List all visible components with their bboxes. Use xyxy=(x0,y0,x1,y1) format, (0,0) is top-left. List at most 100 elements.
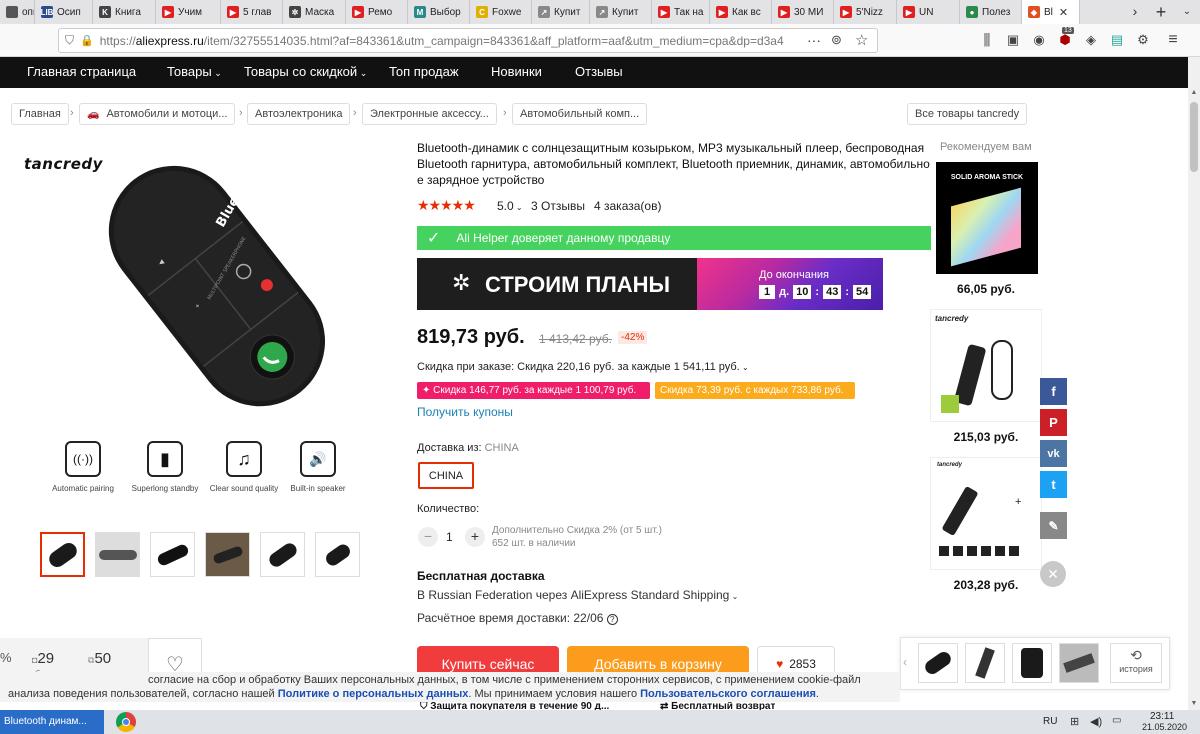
nav-reviews[interactable]: Отзывы xyxy=(575,64,623,79)
recommend-item-image[interactable]: SOLID AROMA STICK xyxy=(936,162,1038,274)
privacy-policy-link[interactable]: Политике о персональных данных xyxy=(278,688,469,700)
browser-tab[interactable]: оппа xyxy=(0,0,35,24)
browser-tab[interactable]: ✲ Маска xyxy=(283,0,346,24)
gallery-thumbnail[interactable] xyxy=(315,532,360,577)
close-share-icon[interactable]: ✕ xyxy=(1040,561,1066,587)
quantity-decrease-button[interactable]: − xyxy=(418,527,438,547)
rating-value[interactable]: 5.0 ⌄ xyxy=(497,199,523,213)
product-main-image[interactable]: ᐩ ◂ Bluetooth MULTIPOINT SPEAKERPHONE xyxy=(80,140,360,430)
browser-tab[interactable]: ● Полез xyxy=(960,0,1022,24)
gallery-thumbnail[interactable] xyxy=(40,532,85,577)
recommend-item-image[interactable]: tancredy + xyxy=(930,457,1042,570)
order-discount[interactable]: Скидка при заказе: Скидка 220,16 руб. за… xyxy=(417,361,749,373)
browser-tab[interactable]: LIB Осип xyxy=(35,0,93,24)
recommend-price[interactable]: 66,05 руб. xyxy=(930,282,1042,296)
history-button[interactable]: ⟲ история xyxy=(1110,643,1162,683)
taskbar-window-button[interactable]: Bluetooth динам... xyxy=(0,710,104,734)
recommend-item-image[interactable]: tancredy xyxy=(930,309,1042,422)
nav-new[interactable]: Новинки xyxy=(491,64,542,79)
bookmark-star-icon[interactable]: ☆ xyxy=(855,31,868,49)
coupon-badge-2[interactable]: Скидка 73,39 руб. с каждых 733,86 руб. xyxy=(655,382,855,399)
scrollbar-thumb[interactable] xyxy=(1190,102,1198,172)
views-stat[interactable]: ◘29 xyxy=(32,650,54,667)
pocket-icon[interactable]: ⊚ xyxy=(831,32,842,48)
tab-scroll-right-icon[interactable]: › xyxy=(1126,3,1144,21)
history-item[interactable] xyxy=(918,643,958,683)
breadcrumb-home[interactable]: Главная xyxy=(11,103,69,125)
scroll-down-icon[interactable]: ▼ xyxy=(1188,700,1200,707)
address-bar[interactable]: ⛉ 🔒 https://aliexpress.ru/item/327555140… xyxy=(58,28,878,53)
breadcrumb-autoelectronics[interactable]: Автоэлектроника xyxy=(247,103,351,125)
all-store-products-button[interactable]: Все товары tancredy xyxy=(907,103,1028,125)
shipping-method[interactable]: В Russian Federation через AliExpress St… xyxy=(417,588,738,602)
reviews-link[interactable]: 3 Отзывы xyxy=(531,199,585,213)
breadcrumb-auto[interactable]: 🚗 Автомобили и мотоци... xyxy=(79,103,236,125)
chevron-left-icon[interactable]: ‹ xyxy=(903,655,907,669)
clock-date[interactable]: 21.05.2020 xyxy=(1142,722,1187,732)
browser-tab[interactable]: M Выбор xyxy=(408,0,470,24)
chrome-icon[interactable] xyxy=(116,712,136,732)
page-actions-icon[interactable]: ··· xyxy=(807,32,821,48)
gallery-thumbnail[interactable] xyxy=(95,532,140,577)
nav-top-sales[interactable]: Топ продаж xyxy=(389,64,459,79)
facebook-share-icon[interactable]: f xyxy=(1040,378,1067,405)
browser-tab[interactable]: C Foxwe xyxy=(470,0,532,24)
language-indicator[interactable]: RU xyxy=(1043,716,1057,727)
scroll-up-icon[interactable]: ▲ xyxy=(1188,89,1200,96)
account-icon[interactable]: ◉ xyxy=(1026,27,1052,53)
recommend-price[interactable]: 203,28 руб. xyxy=(930,578,1042,592)
browser-tab[interactable]: K Книга xyxy=(93,0,156,24)
nav-home[interactable]: Главная страница xyxy=(27,64,136,79)
user-agreement-link[interactable]: Пользовательского соглашения xyxy=(640,688,816,700)
ship-from-option[interactable]: CHINA xyxy=(418,462,474,489)
menu-icon[interactable]: ≡ xyxy=(1160,27,1186,53)
get-coupons-link[interactable]: Получить купоны xyxy=(417,405,513,419)
new-tab-button[interactable]: + xyxy=(1150,0,1172,24)
tray-icon[interactable]: ▭ xyxy=(1112,715,1121,726)
history-item[interactable] xyxy=(1012,643,1052,683)
history-item[interactable] xyxy=(965,643,1005,683)
gallery-thumbnail[interactable] xyxy=(205,532,250,577)
extension-4-icon[interactable]: ⚙ xyxy=(1130,27,1156,53)
rating-stars[interactable]: ★★★★★ xyxy=(417,197,476,214)
browser-tab[interactable]: ▶ Как вс xyxy=(710,0,772,24)
vk-share-icon[interactable]: vk xyxy=(1040,440,1067,467)
edit-share-icon[interactable]: ✎ xyxy=(1040,512,1067,539)
history-item[interactable] xyxy=(1059,643,1099,683)
help-icon[interactable]: ? xyxy=(606,614,618,625)
breadcrumb-electronic-accessories[interactable]: Электронные аксессу... xyxy=(362,103,497,125)
volume-icon[interactable]: ◀) xyxy=(1090,715,1102,728)
tab-list-icon[interactable]: ⌄ xyxy=(1178,0,1196,24)
library-icon[interactable]: ⫼ xyxy=(974,27,1000,53)
browser-tab[interactable]: ▶ UN xyxy=(897,0,960,24)
sidebar-icon[interactable]: ▣ xyxy=(1000,27,1026,53)
browser-tab[interactable]: ▶ Учим xyxy=(156,0,221,24)
nav-products[interactable]: Товары ⌄ xyxy=(167,64,222,79)
browser-tab[interactable]: ▶ Ремо xyxy=(346,0,408,24)
similar-stat[interactable]: ⧉50 xyxy=(88,650,111,667)
quantity-increase-button[interactable]: + xyxy=(465,527,485,547)
browser-tab[interactable]: ▶ 5'Nizz xyxy=(834,0,897,24)
browser-tab[interactable]: ▶ 5 глав xyxy=(221,0,283,24)
browser-tab[interactable]: ▶ 30 МИ xyxy=(772,0,834,24)
extension-3-icon[interactable]: ▤ xyxy=(1104,27,1130,53)
coupon-badge-1[interactable]: ✦ Скидка 146,77 руб. за каждые 1 100,79 … xyxy=(417,382,650,399)
tab-favicon-icon: ↗ xyxy=(596,6,608,18)
twitter-share-icon[interactable]: t xyxy=(1040,471,1067,498)
browser-tab[interactable]: ↗ Купит xyxy=(590,0,652,24)
recommend-price[interactable]: 215,03 руб. xyxy=(930,430,1042,444)
clock-time[interactable]: 23:11 xyxy=(1150,711,1174,722)
promo-banner[interactable]: ✲ СТРОИМ ПЛАНЫ До окончания 1 д. 10: 43:… xyxy=(417,258,883,310)
gallery-thumbnail[interactable] xyxy=(150,532,195,577)
browser-tab[interactable]: ↗ Купит xyxy=(532,0,590,24)
browser-tab[interactable]: ▶ Так на xyxy=(652,0,710,24)
browser-tab[interactable]: ◆ Bl ✕ xyxy=(1022,0,1080,24)
extension-2-icon[interactable]: ◈ xyxy=(1078,27,1104,53)
quantity-value[interactable]: 1 xyxy=(446,530,453,544)
breadcrumb-car-kit[interactable]: Автомобильный комп... xyxy=(512,103,648,125)
pinterest-share-icon[interactable]: P xyxy=(1040,409,1067,436)
gallery-thumbnail[interactable] xyxy=(260,532,305,577)
close-tab-icon[interactable]: ✕ xyxy=(1059,6,1068,19)
network-icon[interactable]: ⊞ xyxy=(1070,715,1079,728)
nav-discount-products[interactable]: Товары со скидкой ⌄ xyxy=(244,64,367,79)
